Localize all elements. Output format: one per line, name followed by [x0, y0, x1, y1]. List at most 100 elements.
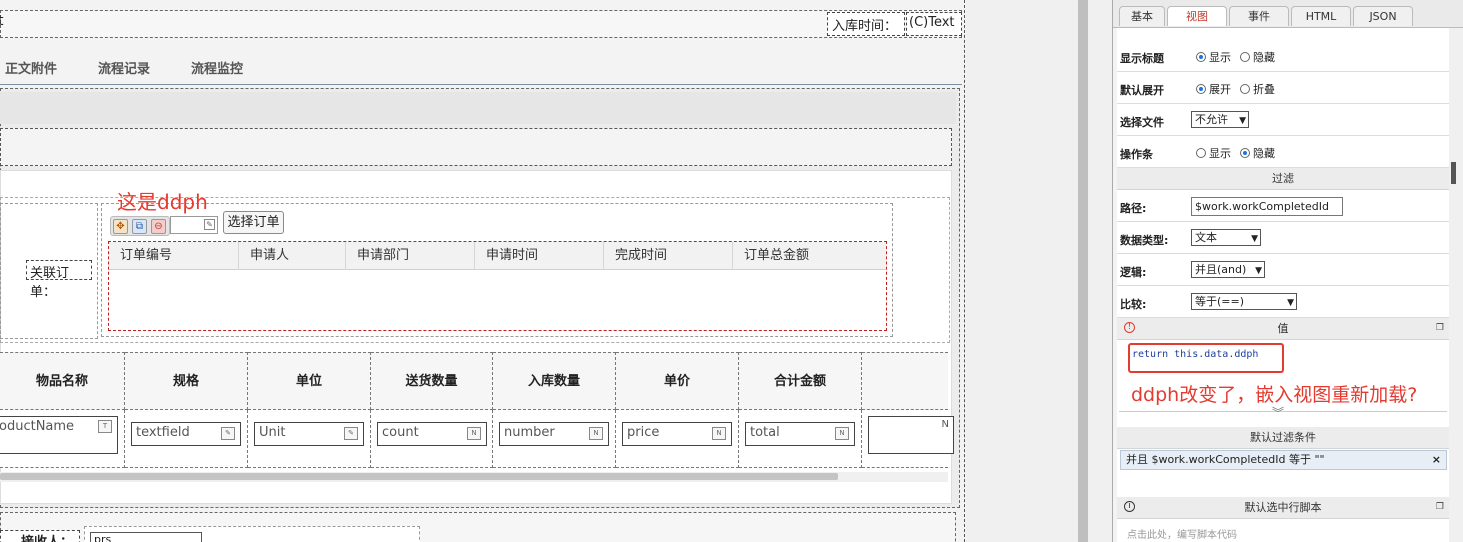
- highlight-box: [1128, 343, 1284, 373]
- action-bar-label: 操作条: [1120, 148, 1153, 161]
- default-filter-item[interactable]: 并且 $work.workCompletedId 等于 "" ×: [1120, 450, 1447, 470]
- select-file-dropdown[interactable]: 不允许 ▼: [1191, 111, 1249, 128]
- product-table: 物品名称 规格 单位 送货数量 入库数量 单价 合计金额 oductName T …: [0, 352, 954, 470]
- select-file-label: 选择文件: [1120, 116, 1164, 129]
- data-type-label: 数据类型:: [1120, 234, 1169, 247]
- row-compare: 比较: 等于(==) ▼: [1117, 286, 1449, 318]
- inbound-time-value[interactable]: (C)Text: [906, 12, 962, 36]
- info-icon: i: [1124, 501, 1135, 512]
- td-unit-price: price N: [616, 410, 739, 468]
- chevron-down-icon: ▼: [1287, 298, 1294, 308]
- th-spec: 规格: [125, 352, 248, 410]
- remove-filter-icon[interactable]: ×: [1432, 451, 1441, 469]
- th-unit: 单位: [248, 352, 371, 410]
- inbound-time-label[interactable]: 入库时间：: [827, 12, 905, 36]
- spec-input[interactable]: textfield ✎: [131, 422, 241, 446]
- tab-json[interactable]: JSON: [1353, 6, 1413, 26]
- compare-label: 比较:: [1120, 298, 1147, 311]
- path-input[interactable]: $work.workCompletedId: [1191, 197, 1343, 216]
- related-order-label[interactable]: 关联订单：: [26, 260, 92, 300]
- receiver-input[interactable]: prs: [90, 532, 202, 542]
- delete-icon[interactable]: ⊖: [151, 219, 166, 234]
- row-path: 路径: $work.workCompletedId: [1117, 190, 1449, 222]
- element-toolbar: ✥ ⧉ ⊖: [110, 216, 170, 236]
- tab-divider: [0, 84, 962, 85]
- col-department: 申请部门: [346, 242, 475, 270]
- tab-basic[interactable]: 基本: [1119, 6, 1165, 26]
- receiver-label[interactable]: 接收人：: [0, 530, 80, 542]
- value-section-header: ! 值 ❐: [1117, 318, 1449, 340]
- tab-flow-records[interactable]: 流程记录: [98, 58, 150, 77]
- maximize-icon[interactable]: ❐: [1436, 497, 1444, 518]
- product-name-input[interactable]: oductName T: [0, 416, 118, 454]
- select-order-button[interactable]: 选择订单: [223, 211, 284, 234]
- collapse-chevron-icon[interactable]: ︾: [1272, 404, 1284, 421]
- annotation-reload: ddph改变了，嵌入视图重新加载?: [1131, 384, 1418, 406]
- title-fragment: t: [0, 13, 4, 29]
- col-applicant: 申请人: [239, 242, 346, 270]
- data-type-dropdown[interactable]: 文本 ▼: [1191, 229, 1261, 246]
- filter-section-header: 过滤: [1117, 168, 1449, 190]
- table-hscroll-thumb[interactable]: [0, 473, 838, 480]
- price-input[interactable]: price N: [622, 422, 732, 446]
- action-bar-on[interactable]: 显示: [1196, 145, 1231, 161]
- number-input[interactable]: number N: [499, 422, 609, 446]
- canvas-vscrollbar[interactable]: [1078, 0, 1088, 542]
- form-designer-canvas: t 入库时间： (C)Text 正文附件 流程记录 流程监控 关联订单： 这是d…: [0, 0, 966, 542]
- td-extra: N: [862, 410, 954, 468]
- td-total: total N: [739, 410, 862, 468]
- expand-off[interactable]: 折叠: [1240, 81, 1275, 97]
- chevron-down-icon: ▼: [1239, 116, 1246, 126]
- compare-dropdown[interactable]: 等于(==) ▼: [1191, 293, 1297, 310]
- row-script-header: i 默认选中行脚本 ❐: [1117, 497, 1449, 519]
- ddph-input[interactable]: ✎: [170, 216, 218, 234]
- row-data-type: 数据类型: 文本 ▼: [1117, 222, 1449, 254]
- path-label: 路径:: [1120, 202, 1147, 215]
- value-code-editor[interactable]: return this.data.ddph ddph改变了，嵌入视图重新加载?: [1119, 340, 1447, 412]
- th-total: 合计金额: [739, 352, 862, 410]
- action-bar-off[interactable]: 隐藏: [1240, 145, 1275, 161]
- td-spec: textfield ✎: [125, 410, 248, 468]
- th-inbound-qty: 入库数量: [493, 352, 616, 410]
- count-input[interactable]: count N: [377, 422, 487, 446]
- td-delivery-qty: count N: [371, 410, 493, 468]
- extra-input[interactable]: N: [868, 416, 954, 454]
- show-title-off[interactable]: 隐藏: [1240, 49, 1275, 65]
- unit-input[interactable]: Unit ✎: [254, 422, 364, 446]
- tab-view[interactable]: 视图: [1167, 6, 1227, 26]
- col-order-no: 订单编号: [109, 242, 239, 270]
- default-expand-label: 默认展开: [1120, 84, 1164, 97]
- property-tabs: 基本 视图 事件 HTML JSON: [1113, 0, 1463, 28]
- order-grid-header: 订单编号 申请人 申请部门 申请时间 完成时间 订单总金额: [109, 242, 886, 270]
- panel-gap: [1088, 0, 1112, 542]
- script-hint[interactable]: 点击此处，编写脚本代码: [1127, 526, 1237, 541]
- move-icon[interactable]: ✥: [113, 219, 128, 234]
- chevron-down-icon: ▼: [1255, 266, 1262, 276]
- property-scroll-thumb[interactable]: [1451, 162, 1456, 184]
- form-header-row: [0, 10, 962, 38]
- expand-on[interactable]: 展开: [1196, 81, 1231, 97]
- row-select-file: 选择文件 不允许 ▼: [1117, 104, 1449, 136]
- property-scrollbar[interactable]: [1449, 28, 1463, 542]
- tab-flow-monitor[interactable]: 流程监控: [191, 58, 243, 77]
- tab-attachments[interactable]: 正文附件: [5, 58, 57, 77]
- order-grid: 订单编号 申请人 申请部门 申请时间 完成时间 订单总金额: [108, 241, 887, 331]
- maximize-icon[interactable]: ❐: [1436, 318, 1444, 339]
- default-filter-header: 默认过滤条件: [1117, 427, 1449, 449]
- row-show-title: 显示标题 显示 隐藏: [1117, 40, 1449, 72]
- th-product-name: 物品名称: [0, 352, 125, 410]
- total-input[interactable]: total N: [745, 422, 855, 446]
- show-title-on[interactable]: 显示: [1196, 49, 1231, 65]
- col-apply-time: 申请时间: [475, 242, 604, 270]
- copy-icon[interactable]: ⧉: [132, 219, 147, 234]
- row-logic: 逻辑: 并且(and) ▼: [1117, 254, 1449, 286]
- chevron-down-icon: ▼: [1251, 234, 1258, 244]
- td-inbound-qty: number N: [493, 410, 616, 468]
- tab-events[interactable]: 事件: [1229, 6, 1289, 26]
- logic-dropdown[interactable]: 并且(and) ▼: [1191, 261, 1265, 278]
- property-body: 显示标题 显示 隐藏 默认展开 展开 折叠 选择文件 不允许 ▼ 操作条 显示 隐…: [1117, 28, 1449, 542]
- th-unit-price: 单价: [616, 352, 739, 410]
- td-unit: Unit ✎: [248, 410, 371, 468]
- edit-icon: ✎: [204, 219, 215, 230]
- tab-html[interactable]: HTML: [1291, 6, 1351, 26]
